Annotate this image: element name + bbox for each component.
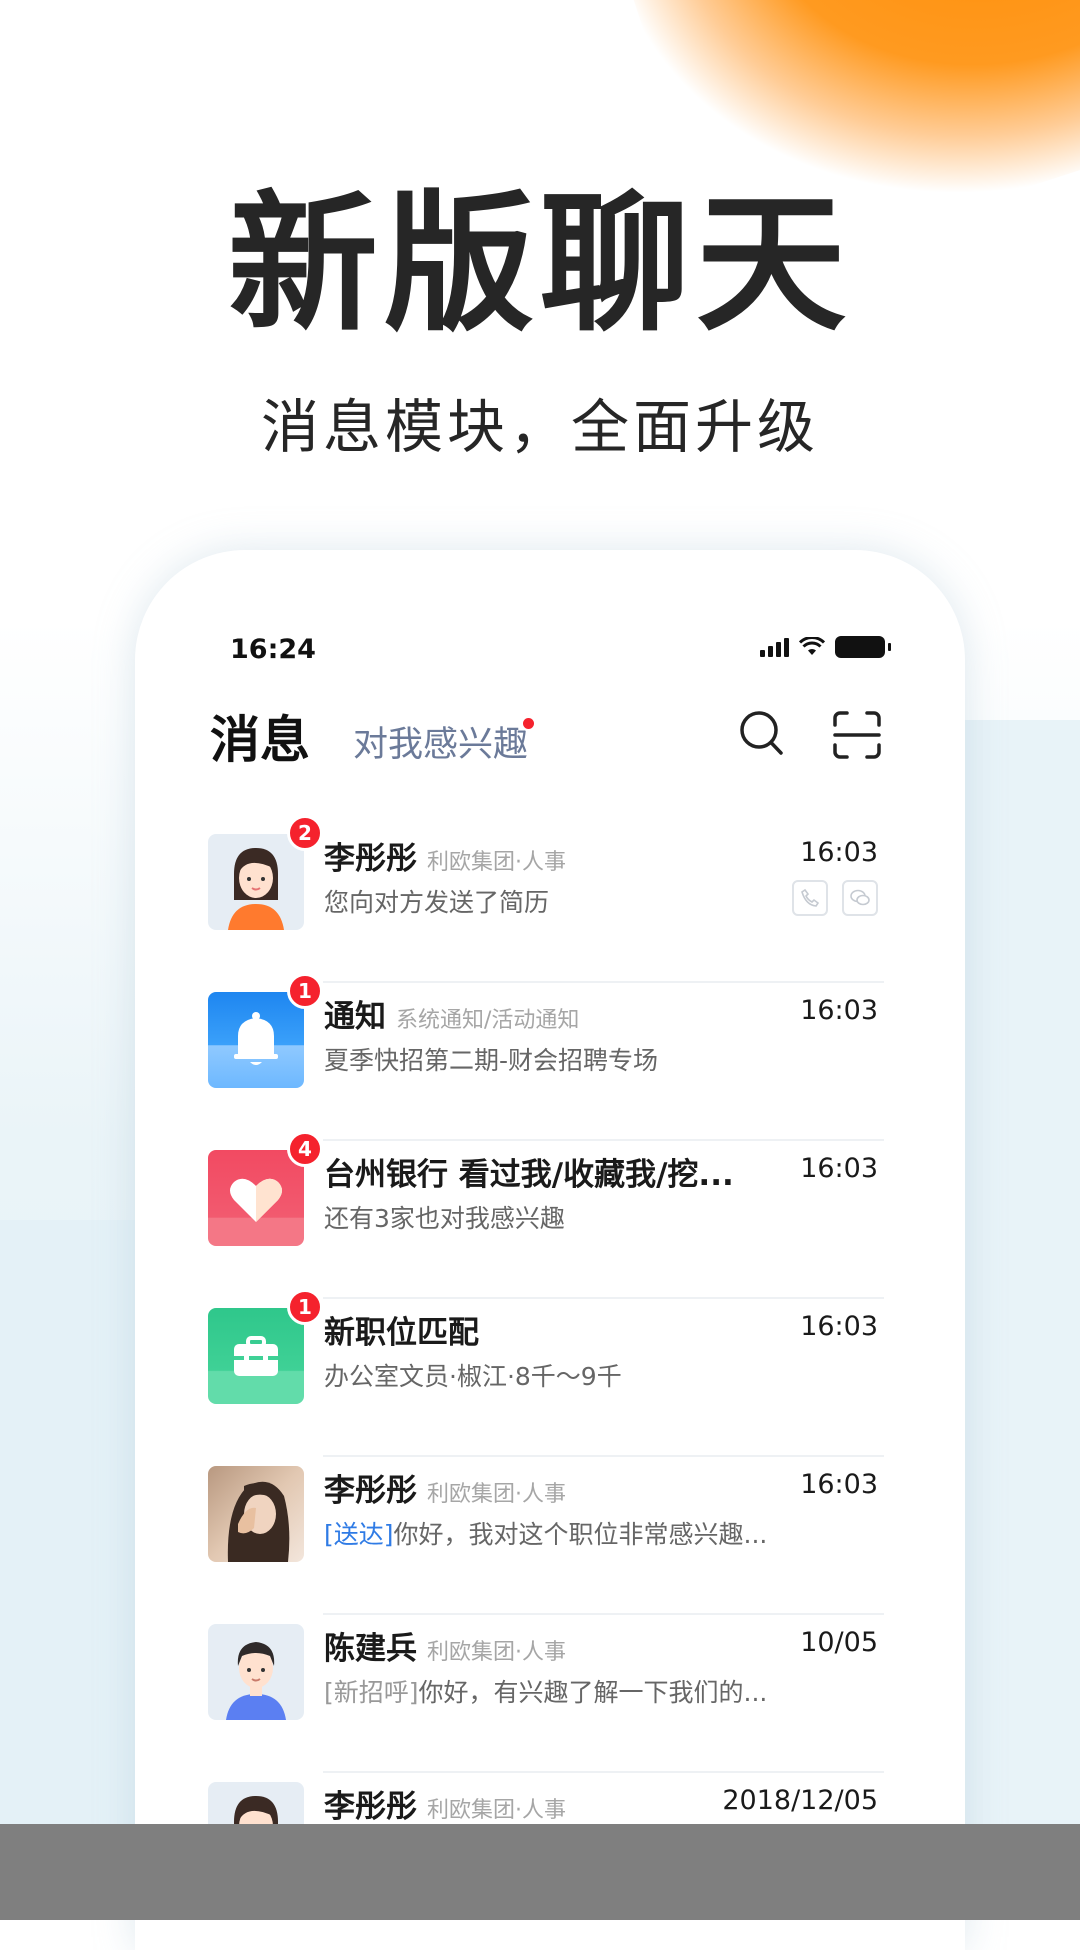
unread-badge: 2 [287,815,323,851]
message-preview: 办公室文员·椒江·8千～9千 [324,1362,622,1391]
female-avatar [208,834,304,930]
contact-org: 利欧集团·人事 [427,850,566,875]
message-list: 2 李彤彤 利欧集团·人事 16:03 您向对方发送了简历 1 通知 系统通知/… [208,815,884,1931]
contact-org: 利欧集团·人事 [427,1798,566,1823]
tab-red-dot [523,718,534,729]
message-time: 16:03 [800,1469,878,1500]
message-time: 16:03 [800,995,878,1026]
contact-name: 李彤彤 利欧集团·人事 [324,841,566,877]
battery-icon [835,636,891,658]
search-icon[interactable] [737,708,787,760]
unread-badge: 1 [287,1289,323,1325]
signal-icon [760,637,789,657]
message-time: 16:03 [800,1153,878,1184]
list-item[interactable]: 4 台州银行 看过我/收藏我/挖... 16:03 还有3家也对我感兴趣 [208,1131,884,1299]
status-icons [760,636,891,658]
message-time: 10/05 [800,1627,878,1658]
list-item[interactable]: 1 新职位匹配 16:03 办公室文员·椒江·8千～9千 [208,1289,884,1457]
wechat-icon[interactable] [842,880,878,916]
message-preview: [送达]你好，我对这个职位非常感兴趣... [324,1520,768,1549]
unread-badge: 4 [287,1131,323,1167]
phone-screen: 16:24 消息 对我感兴趣 2 李彤彤 利欧集团·人事 16:03 您向对方发… [135,550,965,1950]
contact-org: 利欧集团·人事 [427,1482,566,1507]
scan-icon[interactable] [832,710,882,760]
new-greeting-tag: [新招呼] [324,1678,419,1707]
unread-badge: 1 [287,973,323,1009]
message-preview: [新招呼]你好，有兴趣了解一下我们的... [324,1678,768,1707]
phone-icon[interactable] [792,880,828,916]
status-time: 16:24 [230,634,316,665]
contact-name: 通知 系统通知/活动通知 [324,999,580,1035]
delivered-tag: [送达] [324,1520,394,1549]
male-avatar [208,1624,304,1720]
briefcase-icon [208,1308,304,1404]
heart-icon [208,1150,304,1246]
hero-title: 新版聊天 [227,178,852,352]
wifi-icon [799,637,825,655]
message-preview: 夏季快招第二期-财会招聘专场 [324,1046,659,1075]
contact-name: 陈建兵 利欧集团·人事 [324,1631,566,1667]
list-item[interactable]: 李彤彤 利欧集团·人事 16:03 [送达]你好，我对这个职位非常感兴趣... [208,1457,884,1615]
photo-avatar [208,1466,304,1562]
message-preview: 还有3家也对我感兴趣 [324,1204,565,1233]
hero-subtitle: 消息模块，全面升级 [260,393,819,461]
message-time: 16:03 [800,837,878,868]
message-preview: 您向对方发送了简历 [324,888,550,917]
contact-name: 新职位匹配 [324,1315,479,1351]
contact-name: 李彤彤 利欧集团·人事 [324,1473,566,1509]
contact-name: 台州银行 看过我/收藏我/挖... [324,1157,734,1193]
contact-org: 系统通知/活动通知 [396,1008,580,1033]
city-building-left [0,1220,150,1920]
bell-icon [208,992,304,1088]
tab-interested-in-me[interactable]: 对我感兴趣 [353,716,528,767]
message-time: 16:03 [800,1311,878,1342]
contact-org: 利欧集团·人事 [427,1640,566,1665]
page-title: 消息 [210,711,310,769]
message-time: 2018/12/05 [722,1785,878,1816]
list-item[interactable]: 陈建兵 利欧集团·人事 10/05 [新招呼]你好，有兴趣了解一下我们的... [208,1615,884,1773]
contact-name: 李彤彤 利欧集团·人事 [324,1789,566,1825]
quick-actions [792,880,878,916]
list-item[interactable]: 1 通知 系统通知/活动通知 16:03 夏季快招第二期-财会招聘专场 [208,973,884,1141]
bottom-overlay-bar [0,1824,1080,1920]
list-item[interactable]: 2 李彤彤 利欧集团·人事 16:03 您向对方发送了简历 [208,815,884,983]
